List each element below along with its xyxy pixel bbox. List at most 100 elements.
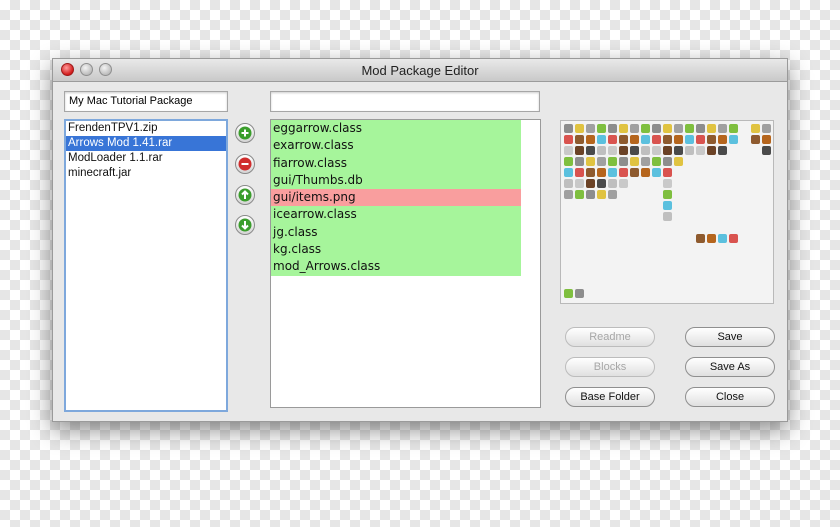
item-sprite — [597, 146, 606, 155]
item-sprite — [619, 157, 628, 166]
close-button[interactable]: Close — [685, 387, 775, 407]
item-sprite — [564, 190, 573, 199]
item-sprite — [597, 135, 606, 144]
blocks-button[interactable]: Blocks — [565, 357, 655, 377]
item-sprite — [619, 179, 628, 188]
save-button[interactable]: Save — [685, 327, 775, 347]
item-sprite — [652, 124, 661, 133]
file-list-item[interactable]: jg.class — [271, 223, 521, 242]
item-sprite — [729, 124, 738, 133]
window-title: Mod Package Editor — [361, 63, 479, 78]
file-list-item[interactable]: eggarrow.class — [271, 120, 521, 138]
item-sprite — [619, 146, 628, 155]
plus-icon — [238, 126, 252, 140]
file-list-item[interactable]: gui/Thumbs.db — [271, 171, 521, 190]
item-sprite — [630, 135, 639, 144]
package-list-item[interactable]: ModLoader 1.1.rar — [66, 151, 226, 166]
item-sprite — [641, 168, 650, 177]
item-sprite — [762, 135, 771, 144]
item-sprite — [564, 157, 573, 166]
title-bar[interactable]: Mod Package Editor — [53, 59, 787, 82]
item-sprite — [586, 124, 595, 133]
item-sprite — [586, 168, 595, 177]
item-sprite — [575, 157, 584, 166]
item-sprite — [762, 146, 771, 155]
item-sprite — [575, 124, 584, 133]
item-sprite — [685, 146, 694, 155]
item-sprite — [597, 124, 606, 133]
item-sprite — [751, 124, 760, 133]
base-folder-button[interactable]: Base Folder — [565, 387, 655, 407]
item-sprite — [696, 124, 705, 133]
files-list[interactable]: eggarrow.class exarrow.class fiarrow.class… — [270, 119, 541, 408]
item-sprite — [663, 124, 672, 133]
file-filter-field[interactable] — [270, 91, 540, 112]
item-sprite — [597, 157, 606, 166]
item-sprite — [564, 179, 573, 188]
item-sprite — [575, 146, 584, 155]
item-sprite — [663, 190, 672, 199]
item-sprite — [707, 146, 716, 155]
item-sprite — [652, 168, 661, 177]
item-sprite — [619, 124, 628, 133]
item-sprite — [707, 135, 716, 144]
item-sprite — [663, 168, 672, 177]
item-sprite — [575, 289, 584, 298]
package-list-item[interactable]: FrendenTPV1.zip — [66, 121, 226, 136]
item-sprite — [586, 146, 595, 155]
item-sprite — [575, 135, 584, 144]
item-sprite — [575, 179, 584, 188]
item-sprite — [608, 135, 617, 144]
item-sprite — [564, 168, 573, 177]
item-sprite — [652, 135, 661, 144]
item-sprite — [597, 190, 606, 199]
item-sprite — [630, 157, 639, 166]
item-sprite — [729, 135, 738, 144]
add-button[interactable] — [235, 123, 255, 143]
file-list-item[interactable]: kg.class — [271, 241, 521, 259]
file-list-item[interactable]: exarrow.class — [271, 137, 521, 155]
item-sprite — [696, 135, 705, 144]
save-as-button[interactable]: Save As — [685, 357, 775, 377]
item-sprite — [641, 146, 650, 155]
file-list-item[interactable]: icearrow.class — [271, 206, 521, 224]
item-sprite — [564, 124, 573, 133]
item-sprite — [663, 201, 672, 210]
package-list-item[interactable]: Arrows Mod 1.41.rar — [66, 136, 226, 151]
package-name-field[interactable]: My Mac Tutorial Package — [64, 91, 228, 112]
arrow-up-icon — [238, 188, 252, 202]
item-sprite — [663, 157, 672, 166]
item-sprite — [718, 234, 727, 243]
item-sprite — [718, 124, 727, 133]
item-sprite — [685, 124, 694, 133]
item-sprite — [586, 179, 595, 188]
file-list-item[interactable]: mod_Arrows.class — [271, 258, 521, 276]
item-sprite — [630, 146, 639, 155]
item-sprite — [652, 157, 661, 166]
item-sprite — [575, 168, 584, 177]
file-list-item[interactable]: fiarrow.class — [271, 154, 521, 172]
minus-icon — [238, 157, 252, 171]
item-sprite — [608, 157, 617, 166]
item-sprite — [718, 135, 727, 144]
remove-button[interactable] — [235, 154, 255, 174]
item-sprite — [608, 168, 617, 177]
item-sprite — [718, 146, 727, 155]
item-sprite — [564, 135, 573, 144]
move-up-button[interactable] — [235, 185, 255, 205]
items-texture-preview — [560, 120, 774, 304]
item-sprite — [641, 135, 650, 144]
file-list-item[interactable]: gui/items.png — [271, 189, 521, 207]
item-sprite — [674, 146, 683, 155]
item-sprite — [674, 124, 683, 133]
item-sprite — [619, 168, 628, 177]
item-sprite — [619, 135, 628, 144]
packages-list[interactable]: FrendenTPV1.zip Arrows Mod 1.41.rar ModLoa… — [64, 119, 228, 412]
package-list-item[interactable]: minecraft.jar — [66, 166, 226, 181]
item-sprite — [685, 135, 694, 144]
readme-button[interactable]: Readme — [565, 327, 655, 347]
move-down-button[interactable] — [235, 215, 255, 235]
item-sprite — [597, 179, 606, 188]
item-sprite — [729, 234, 738, 243]
item-sprite — [597, 168, 606, 177]
